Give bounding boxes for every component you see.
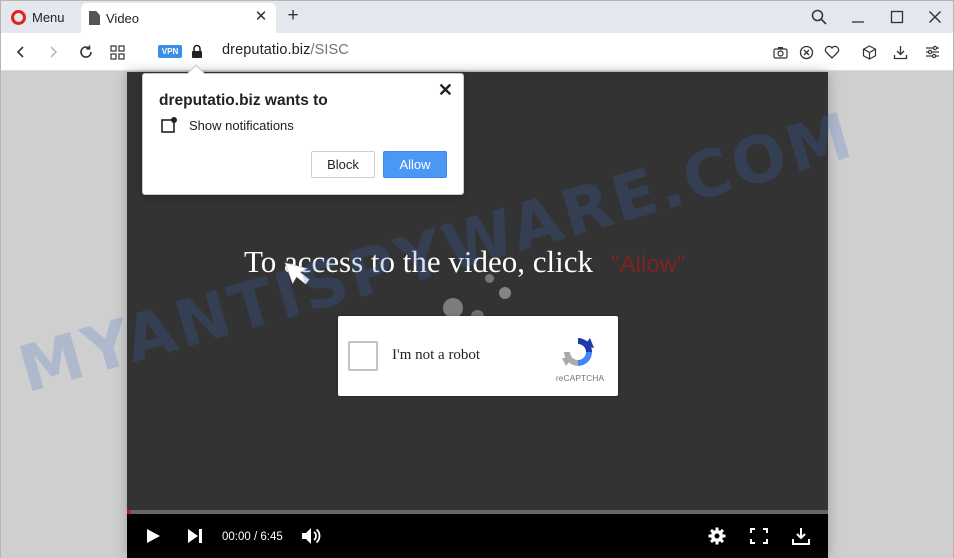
extensions-cube-icon[interactable] — [859, 42, 879, 62]
browser-window: Menu Video ✕ + VPN dreputatio.biz/SISC T… — [0, 0, 954, 558]
download-icon[interactable] — [789, 524, 813, 548]
captcha-brand: reCAPTCHA — [555, 373, 605, 383]
notification-permission-popup: dreputatio.biz wants to ✕ Show notificat… — [142, 64, 464, 195]
new-tab-button[interactable]: + — [284, 6, 302, 26]
notification-icon — [161, 117, 177, 138]
forward-button[interactable] — [43, 42, 63, 62]
vpn-badge[interactable]: VPN — [158, 45, 182, 58]
lock-icon[interactable] — [191, 44, 203, 64]
ad-blocker-icon[interactable] — [796, 42, 816, 62]
pointing-arrow-icon — [283, 255, 319, 294]
close-window-button[interactable] — [925, 7, 945, 27]
tab-close-icon[interactable]: ✕ — [254, 9, 268, 24]
search-tabs-icon[interactable] — [809, 7, 829, 27]
address-bar: VPN dreputatio.biz/SISC — [1, 33, 953, 71]
captcha-label: I'm not a robot — [392, 347, 481, 363]
headline-allow-word: "Allow" — [611, 251, 686, 278]
heart-icon[interactable] — [822, 42, 842, 62]
player-controls: 00:00 / 6:45 — [127, 514, 828, 558]
popup-title: dreputatio.biz wants to — [159, 92, 328, 109]
tab-video[interactable]: Video ✕ — [81, 3, 276, 33]
popup-permission-text: Show notifications — [189, 118, 294, 133]
url-path: /SISC — [310, 42, 349, 58]
menu-label: Menu — [32, 9, 65, 25]
captcha-checkbox[interactable] — [348, 341, 378, 371]
minimize-button[interactable] — [848, 7, 868, 27]
url-domain: dreputatio.biz — [222, 42, 311, 58]
recaptcha-logo-icon — [560, 334, 596, 370]
reload-button[interactable] — [76, 42, 96, 62]
time-display: 00:00 / 6:45 — [222, 531, 283, 543]
fullscreen-icon[interactable] — [747, 524, 771, 548]
snapshot-camera-icon[interactable] — [770, 42, 790, 62]
easy-setup-icon[interactable] — [922, 42, 942, 62]
downloads-icon[interactable] — [890, 42, 910, 62]
popup-close-icon[interactable]: ✕ — [438, 80, 453, 101]
allow-button[interactable]: Allow — [383, 151, 447, 178]
next-icon[interactable] — [183, 524, 207, 548]
tab-title: Video — [106, 10, 140, 26]
settings-gear-icon[interactable] — [705, 524, 729, 548]
url-field[interactable]: dreputatio.biz/SISC — [222, 42, 349, 58]
back-button[interactable] — [11, 42, 31, 62]
tab-strip: Menu Video ✕ + — [1, 1, 953, 33]
speed-dial-icon[interactable] — [107, 42, 127, 62]
document-icon — [89, 11, 100, 25]
block-button[interactable]: Block — [311, 151, 375, 178]
maximize-button[interactable] — [887, 7, 907, 27]
opera-menu-button[interactable]: Menu — [7, 5, 69, 29]
volume-icon[interactable] — [299, 524, 323, 548]
recaptcha-widget: I'm not a robot reCAPTCHA — [338, 316, 618, 396]
opera-logo-icon — [11, 9, 26, 25]
play-icon[interactable] — [141, 524, 165, 548]
